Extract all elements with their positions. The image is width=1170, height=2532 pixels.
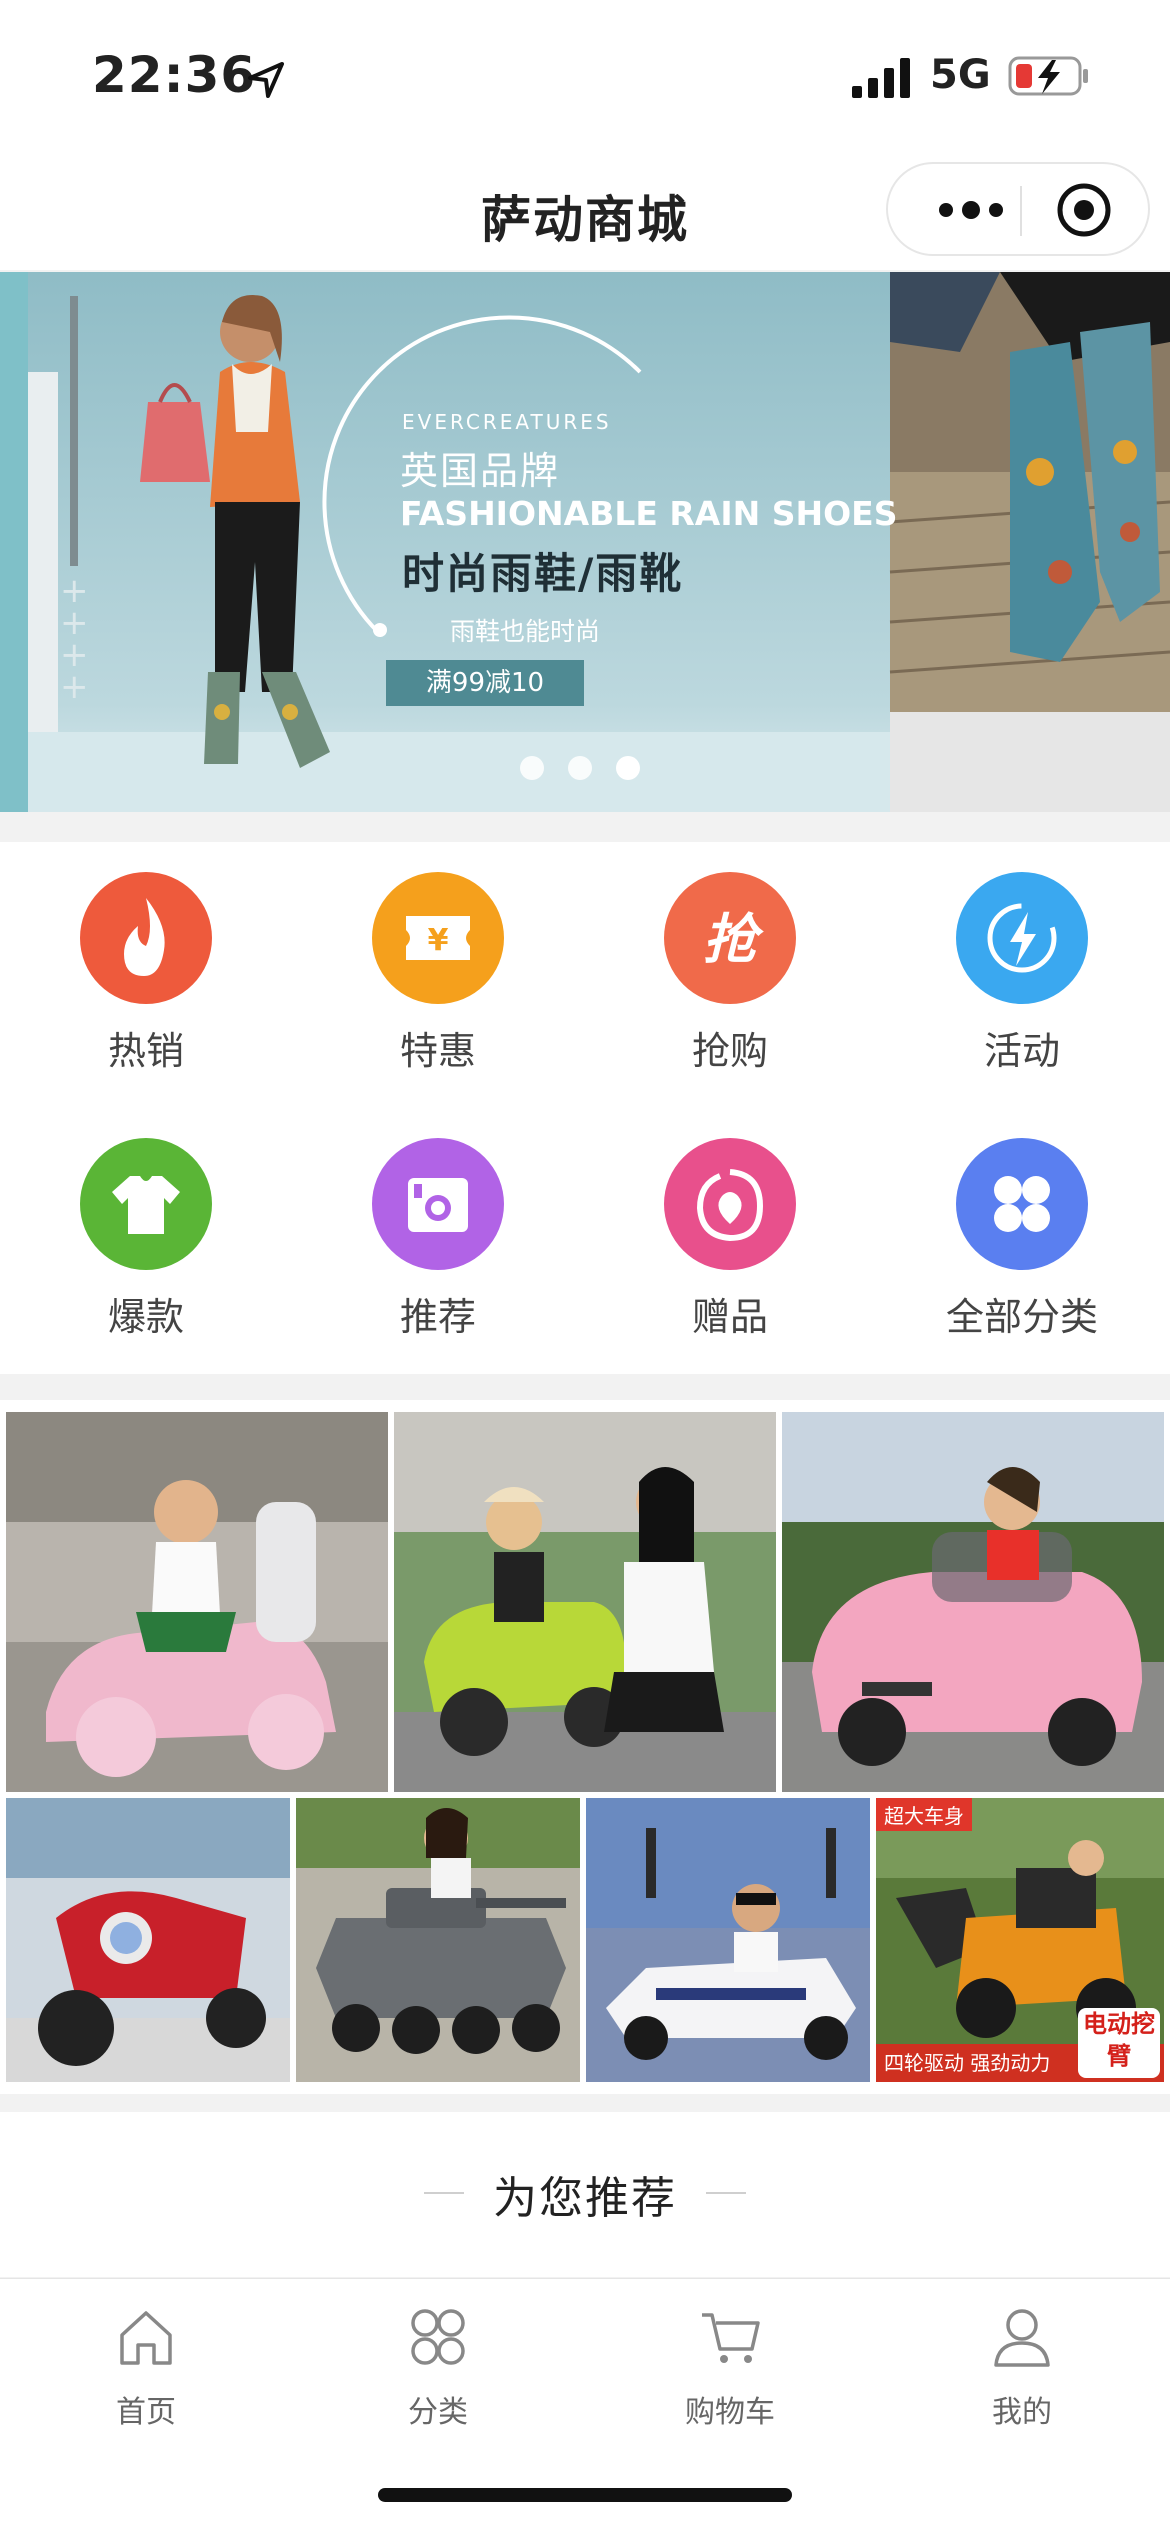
status-time: 22:36 bbox=[92, 46, 257, 104]
recommend-title: 为您推荐 bbox=[493, 2173, 677, 2224]
shirt-icon bbox=[80, 1138, 212, 1270]
svg-text:抢: 抢 bbox=[703, 908, 764, 971]
product-image bbox=[782, 1412, 1164, 1792]
category-gifts[interactable]: 赠品 bbox=[584, 1108, 876, 1348]
product-tile[interactable] bbox=[296, 1798, 580, 2082]
tab-label: 首页 bbox=[116, 2395, 176, 2430]
navigation-bar: 萨动商城 bbox=[0, 150, 1170, 270]
product-tile[interactable] bbox=[394, 1412, 776, 1792]
tab-home[interactable]: 首页 bbox=[0, 2305, 292, 2435]
banner-promo-tag: 满99减10 bbox=[386, 660, 584, 706]
signal-icon bbox=[852, 58, 910, 98]
recommend-section-header: 为您推荐 bbox=[0, 2112, 1170, 2277]
fire-icon bbox=[80, 872, 212, 1004]
category-deals[interactable]: ¥ 特惠 bbox=[292, 842, 584, 1082]
banner-subtitle-cn: 英国品牌 bbox=[400, 449, 561, 493]
grab-icon: 抢 bbox=[664, 872, 796, 1004]
svg-text:¥: ¥ bbox=[428, 923, 449, 958]
carousel-dot-active[interactable] bbox=[616, 756, 640, 780]
category-hot[interactable]: 热销 bbox=[0, 842, 292, 1082]
banner-brand: EVERCREATURES bbox=[402, 410, 612, 434]
ticket-icon: ¥ bbox=[372, 872, 504, 1004]
product-tile[interactable] bbox=[586, 1798, 870, 2082]
user-icon bbox=[994, 2309, 1050, 2367]
location-arrow-icon bbox=[248, 62, 284, 98]
category-grid: 热销 ¥ 特惠 抢 抢购 活动 爆款 推荐 赠品 全部分类 bbox=[0, 842, 1170, 1374]
product-image bbox=[6, 1798, 290, 2082]
category-label: 全部分类 bbox=[945, 1295, 1098, 1339]
category-bestseller[interactable]: 爆款 bbox=[0, 1108, 292, 1348]
mall-home-page: 22:36 5G 萨动商城 + + + + EVERCREATURES 英国品牌… bbox=[0, 0, 1170, 2532]
tab-label: 我的 bbox=[992, 2395, 1052, 2430]
network-type: 5G bbox=[930, 52, 991, 98]
product-showcase: 超大车身 四轮驱动 强劲动力 电动挖臂 bbox=[0, 1400, 1170, 2094]
product-feature-tag: 电动挖臂 bbox=[1078, 2008, 1160, 2078]
promo-banner[interactable]: + + + + EVERCREATURES 英国品牌 FASHIONABLE R… bbox=[0, 272, 1170, 812]
banner-subtitle-en: FASHIONABLE RAIN SHOES bbox=[400, 494, 898, 533]
product-image bbox=[586, 1798, 870, 2082]
battery-charging-icon bbox=[1008, 56, 1088, 96]
carousel-indicator bbox=[520, 756, 650, 780]
carousel-dot[interactable] bbox=[520, 756, 544, 780]
more-icon[interactable] bbox=[926, 188, 1016, 232]
category-label: 活动 bbox=[983, 1029, 1060, 1073]
category-flash-sale[interactable]: 抢 抢购 bbox=[584, 842, 876, 1082]
product-tile[interactable] bbox=[6, 1412, 388, 1792]
category-label: 推荐 bbox=[399, 1295, 476, 1339]
product-tile[interactable]: 超大车身 四轮驱动 强劲动力 电动挖臂 bbox=[876, 1798, 1164, 2082]
tab-cart[interactable]: 购物车 bbox=[584, 2305, 876, 2435]
product-tile[interactable] bbox=[782, 1412, 1164, 1792]
divider-line bbox=[706, 2192, 746, 2194]
gift-face-icon bbox=[664, 1138, 796, 1270]
camera-icon bbox=[372, 1138, 504, 1270]
miniprogram-capsule bbox=[886, 162, 1150, 256]
svg-text:+: + bbox=[60, 667, 89, 707]
lightning-icon bbox=[956, 872, 1088, 1004]
category-icon bbox=[411, 2309, 465, 2365]
tab-profile[interactable]: 我的 bbox=[876, 2305, 1168, 2435]
banner-headline: 时尚雨鞋/雨靴 bbox=[402, 549, 684, 598]
category-events[interactable]: 活动 bbox=[876, 842, 1168, 1082]
status-bar: 22:36 5G bbox=[0, 0, 1170, 150]
category-label: 爆款 bbox=[107, 1295, 184, 1339]
banner-tagline: 雨鞋也能时尚 bbox=[450, 617, 601, 646]
product-image bbox=[394, 1412, 776, 1792]
category-label: 特惠 bbox=[399, 1029, 476, 1073]
grid-icon bbox=[956, 1138, 1088, 1270]
carousel-dot[interactable] bbox=[568, 756, 592, 780]
category-all[interactable]: 全部分类 bbox=[876, 1108, 1168, 1348]
cart-icon bbox=[702, 2313, 760, 2363]
product-image bbox=[6, 1412, 388, 1792]
close-miniprogram-icon[interactable] bbox=[1054, 180, 1114, 240]
product-badge: 超大车身 bbox=[876, 1798, 972, 1831]
category-recommended[interactable]: 推荐 bbox=[292, 1108, 584, 1348]
tab-label: 购物车 bbox=[685, 2395, 775, 2430]
product-image bbox=[296, 1798, 580, 2082]
category-label: 赠品 bbox=[691, 1295, 768, 1339]
product-tile[interactable] bbox=[6, 1798, 290, 2082]
capsule-divider bbox=[1020, 186, 1022, 236]
home-indicator[interactable] bbox=[378, 2488, 792, 2502]
category-label: 抢购 bbox=[691, 1029, 768, 1073]
tab-label: 分类 bbox=[408, 2395, 468, 2430]
category-label: 热销 bbox=[107, 1029, 184, 1073]
tab-category[interactable]: 分类 bbox=[292, 2305, 584, 2435]
home-icon bbox=[120, 2311, 172, 2365]
